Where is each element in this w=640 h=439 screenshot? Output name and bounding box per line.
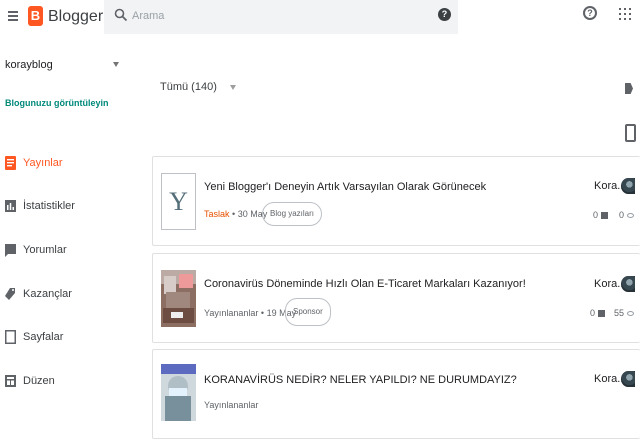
post-card[interactable]: Y Yeni Blogger'ı Deneyin Artık Varsayıla… bbox=[152, 156, 640, 246]
post-title[interactable]: KORANAVİRÜS NEDİR? NELER YAPILDI? NE DUR… bbox=[204, 374, 517, 386]
sidebar-item-earnings[interactable]: Kazançlar bbox=[0, 284, 142, 306]
sidebar-item-layout[interactable]: Düzen bbox=[0, 371, 142, 393]
sidebar-item-label: Sayfalar bbox=[23, 331, 64, 343]
post-meta: Yayınlananlar bbox=[204, 400, 258, 410]
view-count-value: 55 bbox=[614, 308, 625, 318]
eye-icon bbox=[627, 213, 635, 218]
sidebar-item-label: Kazançlar bbox=[23, 288, 72, 300]
post-status: Yayınlananlar bbox=[204, 400, 259, 410]
sidebar-item-label: Düzen bbox=[23, 375, 55, 387]
view-count: 55 bbox=[614, 308, 635, 318]
post-thumbnail bbox=[161, 270, 196, 327]
app-name[interactable]: Blogger bbox=[48, 8, 103, 26]
virus-photo-icon bbox=[161, 364, 196, 421]
pages-icon bbox=[5, 330, 16, 344]
eye-icon bbox=[627, 311, 635, 316]
chevron-down-icon[interactable] bbox=[230, 85, 236, 90]
author-avatar bbox=[621, 371, 635, 387]
view-blog-link[interactable]: Blogunuzu görüntüleyin bbox=[5, 98, 108, 108]
help-icon[interactable]: ? bbox=[583, 6, 597, 20]
post-card[interactable]: KORANAVİRÜS NEDİR? NELER YAPILDI? NE DUR… bbox=[152, 349, 640, 439]
post-label-chip[interactable]: Sponsor bbox=[285, 298, 331, 326]
posts-icon bbox=[5, 156, 16, 170]
stats-icon bbox=[5, 200, 16, 212]
sidebar: korayblog Blogunuzu görüntüleyin Yayınla… bbox=[0, 44, 142, 400]
earnings-icon bbox=[5, 288, 15, 300]
mobile-preview-icon[interactable] bbox=[625, 124, 636, 142]
comment-count: 0 bbox=[593, 210, 609, 220]
label-icon[interactable] bbox=[625, 83, 633, 94]
post-filter-dropdown[interactable]: Tümü (140) bbox=[160, 81, 217, 93]
comments-icon bbox=[5, 244, 16, 257]
sidebar-item-label: Yorumlar bbox=[23, 244, 67, 256]
meta-separator: • bbox=[260, 308, 265, 318]
author-avatar bbox=[621, 178, 635, 194]
sidebar-item-stats[interactable]: İstatistikler bbox=[0, 196, 142, 218]
view-count: 0 bbox=[619, 210, 635, 220]
post-label-chip[interactable]: Blog yazıları bbox=[262, 202, 323, 226]
comment-count-value: 0 bbox=[593, 210, 599, 220]
chevron-down-icon[interactable] bbox=[113, 62, 119, 67]
post-title[interactable]: Coronavirüs Döneminde Hızlı Olan E-Ticar… bbox=[204, 278, 526, 290]
search-bar[interactable]: ? bbox=[104, 0, 458, 34]
post-title[interactable]: Yeni Blogger'ı Deneyin Artık Varsayılan … bbox=[204, 181, 486, 193]
post-thumbnail: Y bbox=[161, 173, 196, 230]
comment-count-value: 0 bbox=[590, 308, 596, 318]
search-help-icon[interactable]: ? bbox=[438, 8, 451, 21]
search-icon[interactable] bbox=[114, 8, 128, 22]
search-input[interactable] bbox=[132, 7, 412, 25]
top-bar: B Blogger ? ? bbox=[0, 0, 640, 34]
sidebar-item-posts[interactable]: Yayınlar bbox=[0, 153, 142, 175]
blog-selector[interactable]: korayblog bbox=[5, 59, 53, 71]
sidebar-item-pages[interactable]: Sayfalar bbox=[0, 327, 142, 349]
post-meta: Yayınlananlar • 19 May bbox=[204, 308, 296, 318]
blogger-logo-icon[interactable]: B bbox=[28, 6, 43, 26]
view-count-value: 0 bbox=[619, 210, 625, 220]
hamburger-menu-icon[interactable] bbox=[8, 9, 20, 23]
ecommerce-photo-icon bbox=[161, 270, 196, 327]
sidebar-item-label: İstatistikler bbox=[23, 200, 75, 212]
comment-icon bbox=[601, 212, 609, 219]
post-card[interactable]: Coronavirüs Döneminde Hızlı Olan E-Ticar… bbox=[152, 253, 640, 343]
layout-icon bbox=[5, 375, 16, 387]
author-avatar bbox=[621, 276, 635, 292]
post-status: Taslak bbox=[204, 209, 230, 219]
sidebar-item-label: Yayınlar bbox=[23, 157, 63, 169]
post-thumbnail bbox=[161, 364, 196, 421]
comment-count: 0 bbox=[590, 308, 606, 318]
post-meta: Taslak • 30 May bbox=[204, 209, 267, 219]
sidebar-item-comments[interactable]: Yorumlar bbox=[0, 240, 142, 262]
comment-icon bbox=[598, 310, 606, 317]
post-status: Yayınlananlar bbox=[204, 308, 259, 318]
meta-separator: • bbox=[232, 209, 236, 219]
apps-grid-icon[interactable] bbox=[619, 8, 631, 20]
